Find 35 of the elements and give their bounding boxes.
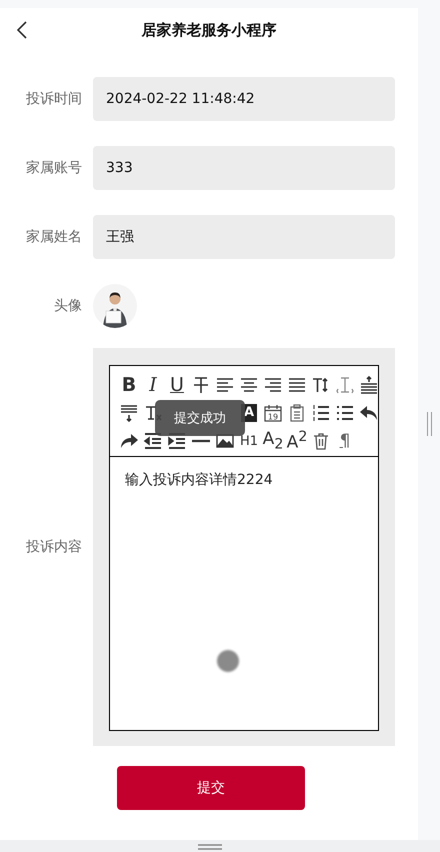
outdent-icon[interactable] bbox=[143, 431, 163, 451]
script-tool[interactable]: A$_{2}$ bbox=[262, 430, 284, 452]
field-label: 头像 bbox=[53, 297, 83, 315]
field-label: 投诉时间 bbox=[25, 90, 83, 108]
bold-tool[interactable]: B bbox=[122, 376, 136, 394]
bullet-list-icon[interactable] bbox=[335, 403, 355, 423]
page-title: 居家养老服务小程序 bbox=[142, 20, 276, 40]
italic-tool[interactable]: I bbox=[149, 376, 157, 394]
input-field[interactable]: 王强 bbox=[93, 215, 395, 259]
pilcrow-tool[interactable]: ¶ bbox=[340, 432, 350, 450]
loading-icon bbox=[217, 650, 239, 672]
align-left-icon[interactable] bbox=[215, 375, 235, 395]
editor-content[interactable]: 输入投诉内容详情2224 bbox=[110, 457, 378, 503]
space-below-icon[interactable] bbox=[119, 403, 139, 423]
space-above-icon[interactable] bbox=[359, 375, 379, 395]
scroll-handle[interactable] bbox=[427, 412, 432, 436]
align-right-icon[interactable] bbox=[263, 375, 283, 395]
drag-handle-icon[interactable] bbox=[198, 843, 222, 851]
ordered-list-icon[interactable] bbox=[311, 403, 331, 423]
input-field[interactable]: 2024-02-22 11:48:42 bbox=[93, 77, 395, 121]
underline-tool[interactable]: U bbox=[170, 376, 184, 394]
strike-icon[interactable] bbox=[191, 375, 211, 395]
align-center-icon[interactable] bbox=[239, 375, 259, 395]
justify-icon[interactable] bbox=[287, 375, 307, 395]
field-label: 投诉内容 bbox=[25, 538, 83, 556]
calendar-icon[interactable]: 19 bbox=[263, 403, 283, 423]
input-field[interactable]: 333 bbox=[93, 146, 395, 190]
field-label: 家属姓名 bbox=[25, 228, 83, 246]
toast-message: 提交成功 bbox=[155, 400, 245, 436]
submit-button[interactable]: 提交 bbox=[117, 766, 305, 810]
field-label: 家属账号 bbox=[25, 159, 83, 177]
script-tool[interactable]: A$^{2}$ bbox=[286, 430, 308, 452]
heading-tool[interactable]: H1 bbox=[240, 434, 258, 448]
back-icon[interactable] bbox=[16, 20, 28, 40]
trash-icon[interactable] bbox=[311, 431, 331, 451]
